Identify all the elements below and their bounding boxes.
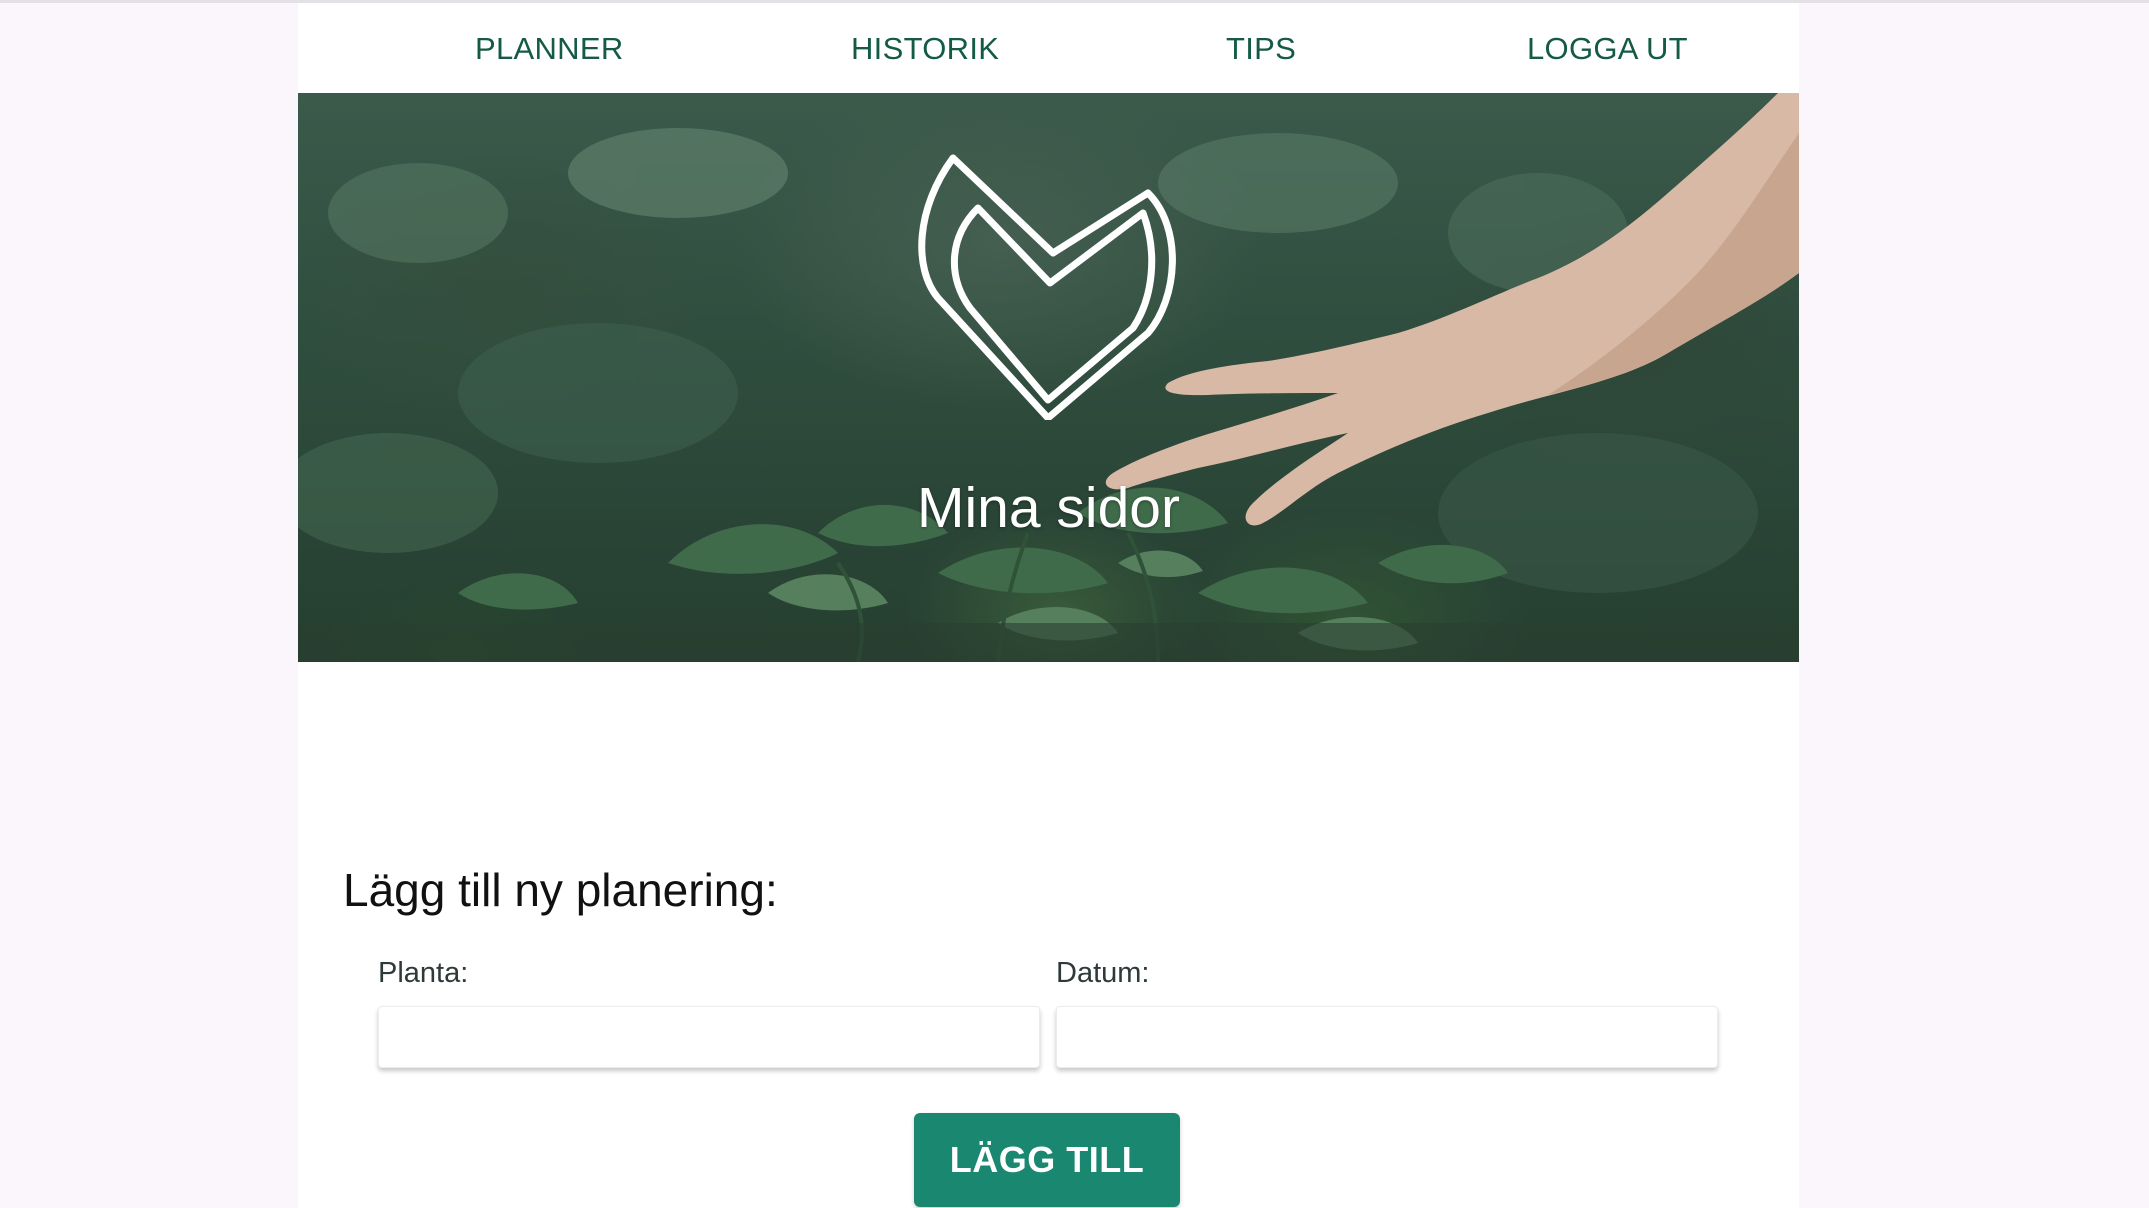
main-nav: PLANNER HISTORIK TIPS LOGGA UT (298, 3, 1799, 93)
form-heading: Lägg till ny planering: (343, 864, 778, 916)
date-label: Datum: (1056, 957, 1150, 989)
nav-item-planner[interactable]: PLANNER (475, 31, 624, 67)
nav-item-logga-ut[interactable]: LOGGA UT (1527, 31, 1688, 67)
nav-item-historik[interactable]: HISTORIK (851, 31, 999, 67)
plant-input[interactable] (378, 1006, 1040, 1068)
hero-banner: Mina sidor (298, 93, 1799, 662)
hero-title: Mina sidor (917, 476, 1180, 540)
date-input[interactable] (1056, 1006, 1718, 1068)
heart-leaf-logo (918, 154, 1176, 420)
plant-label: Planta: (378, 957, 469, 989)
nav-item-tips[interactable]: TIPS (1226, 31, 1296, 67)
add-planning-button[interactable]: LÄGG TILL (914, 1113, 1180, 1207)
page-container: PLANNER HISTORIK TIPS LOGGA UT Mina sido… (298, 3, 1799, 1208)
